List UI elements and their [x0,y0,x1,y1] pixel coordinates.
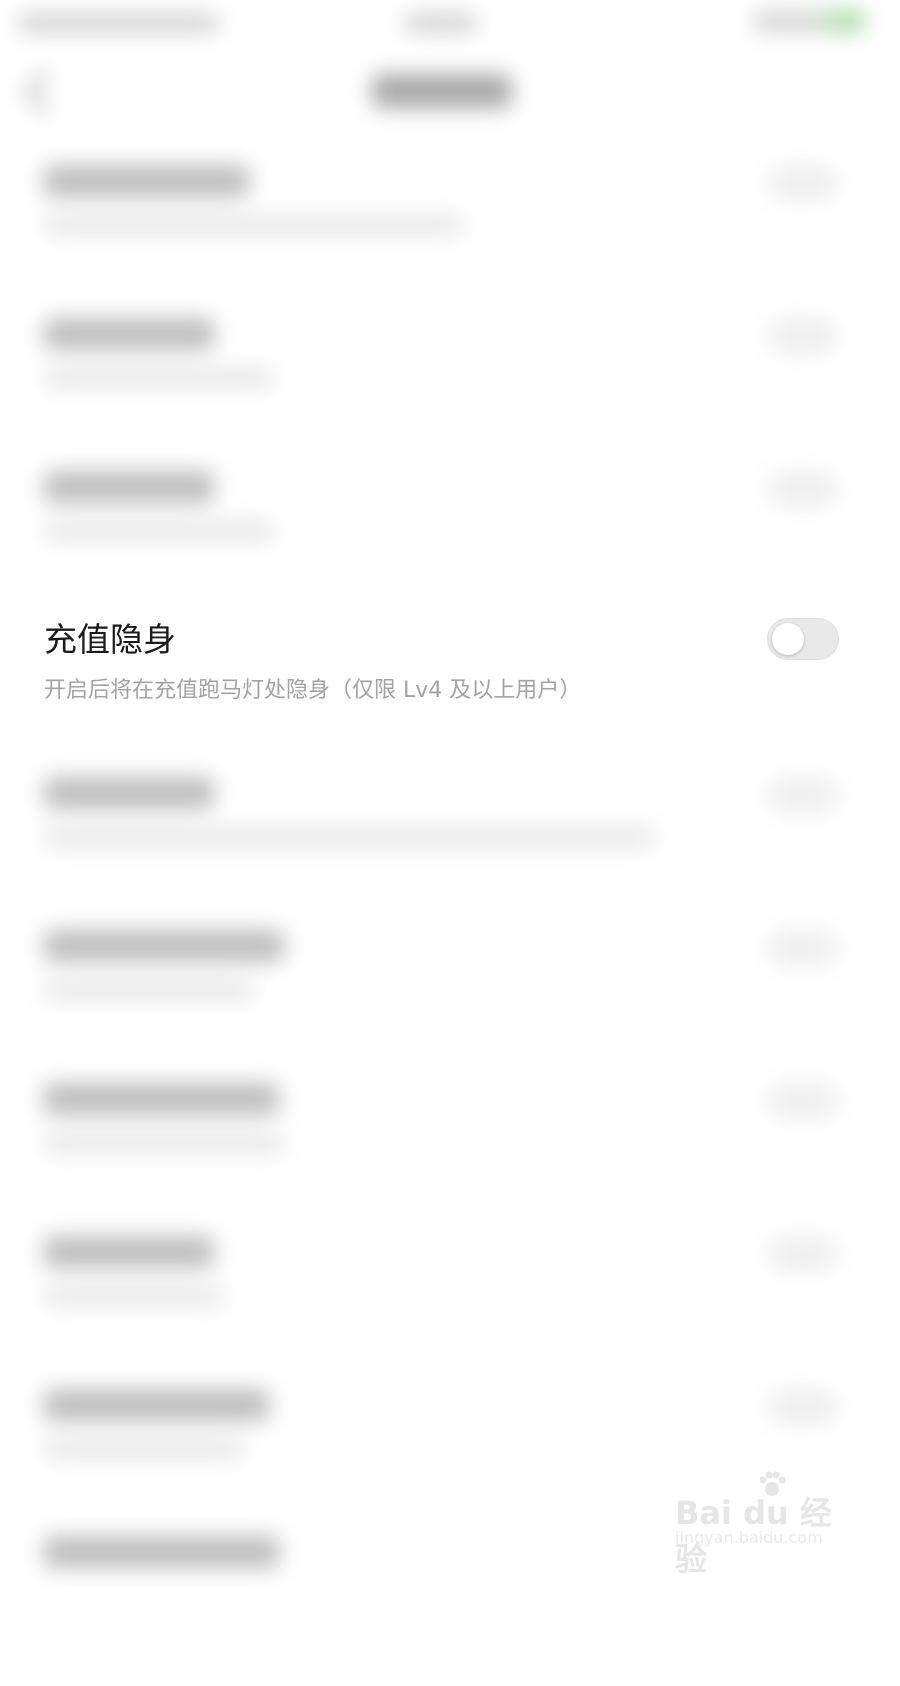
setting-title-blur [44,1236,214,1268]
blurred-background [0,0,882,1568]
setting-title-blur [44,1536,279,1568]
setting-row [0,471,882,621]
watermark: Bai du 经验 jingyan.baidu.com [675,1470,840,1578]
setting-title-blur [44,318,214,350]
setting-toggle[interactable] [768,777,838,813]
setting-row [0,930,882,1080]
setting-title-blur [44,1389,269,1421]
setting-toggle[interactable] [768,165,838,201]
setting-title-blur [44,1083,279,1115]
status-bar-battery-blur [754,10,864,32]
settings-screen: 充值隐身 开启后将在充值跑马灯处隐身（仅限 Lv4 及以上用户） Bai du … [0,0,882,1578]
status-bar-time-blur [405,14,477,32]
nav-title-blur [372,74,512,108]
setting-row [0,165,882,315]
setting-description: 开启后将在充值跑马灯处隐身（仅限 Lv4 及以上用户） [44,678,582,703]
setting-row-recharge-stealth: 充值隐身 开启后将在充值跑马灯处隐身（仅限 Lv4 及以上用户） [0,610,882,720]
setting-desc-blur [44,521,274,541]
setting-toggle[interactable] [768,1083,838,1119]
setting-title-blur [44,930,284,962]
setting-title: 充值隐身 [44,620,176,659]
nav-bar [0,58,882,122]
setting-title-blur [44,471,214,503]
setting-row [0,1083,882,1233]
setting-desc-blur [44,215,464,235]
status-bar [0,0,882,44]
setting-row [0,318,882,468]
setting-toggle[interactable] [768,471,838,507]
setting-toggle[interactable] [768,318,838,354]
setting-toggle[interactable] [768,1236,838,1272]
watermark-url: jingyan.baidu.com [675,1528,823,1547]
toggle-knob [772,623,804,655]
setting-row [0,777,882,927]
setting-desc-blur [44,1286,224,1306]
setting-desc-blur [44,368,274,388]
back-icon[interactable] [23,69,69,115]
setting-desc-blur [44,980,254,1000]
setting-title-blur [44,777,214,809]
setting-toggle[interactable] [768,1389,838,1425]
setting-row [0,1236,882,1386]
setting-title-blur [44,165,249,197]
status-bar-left-blur [18,14,218,32]
setting-desc-blur [44,1133,284,1153]
setting-toggle[interactable] [768,930,838,966]
setting-desc-blur [44,827,654,847]
setting-desc-blur [44,1439,244,1459]
recharge-stealth-toggle[interactable] [767,618,839,660]
